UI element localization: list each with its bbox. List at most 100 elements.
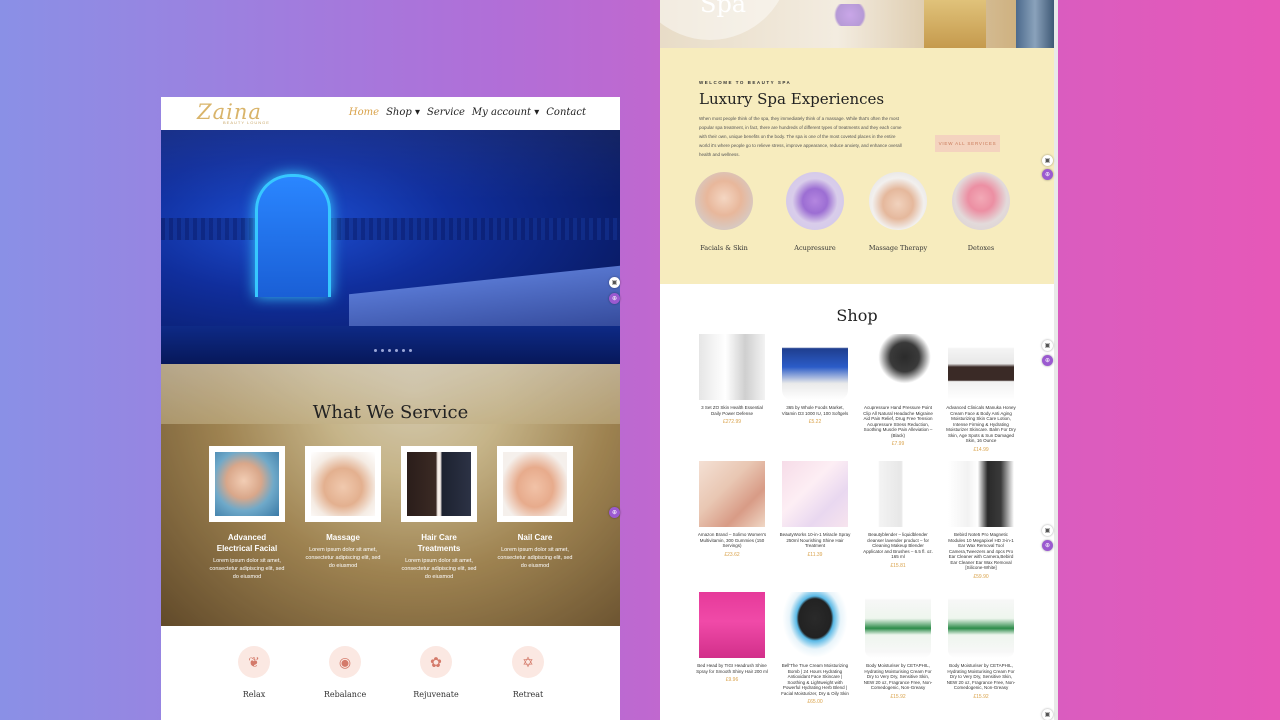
product-name: 3 Set ZO Skin Health Essential Daily Pow…: [701, 405, 763, 416]
product-card[interactable]: Body Moisturiser by CETAPHIL, Hydrating …: [862, 592, 934, 700]
slider-dot[interactable]: [402, 349, 405, 352]
banner-glass: [1016, 0, 1054, 48]
product-card[interactable]: 365 by Whole Foods Market, Vitamin D3 10…: [779, 334, 851, 425]
hair-image: [407, 452, 471, 516]
services-section: What We Service Advanced Electrical Faci…: [161, 364, 620, 626]
nav-my-account[interactable]: My account ▾: [472, 107, 539, 118]
nail-image: [503, 452, 567, 516]
spa-banner: Spa: [660, 0, 1054, 48]
side-widget-icon[interactable]: ▣: [1042, 340, 1053, 351]
side-widget-icon[interactable]: ⊕: [609, 507, 620, 518]
product-card[interactable]: Advanced Clinicals Manuka Honey Cream Fa…: [945, 334, 1017, 453]
shop-title: Shop: [836, 306, 878, 325]
welcome-section: WELCOME TO BEAUTY SPA Luxury Spa Experie…: [660, 48, 1054, 284]
nav-service[interactable]: Service: [427, 107, 465, 118]
banner-flowers: [830, 4, 870, 26]
product-card[interactable]: Bebird Note5 Pro Magnetic Modules 10 Meg…: [945, 461, 1017, 580]
product-price: £272.99: [722, 419, 742, 425]
feature-label: Retreat: [512, 690, 544, 699]
service-image-frame: [209, 446, 285, 522]
nav-home[interactable]: Home: [349, 107, 379, 118]
leaf-icon: ❦: [238, 646, 270, 678]
view-all-services-button[interactable]: VIEW ALL SERVICES: [935, 135, 1000, 152]
slider-dot[interactable]: [381, 349, 384, 352]
right-page-scrollbar[interactable]: [1054, 0, 1058, 720]
treatment-image: [695, 172, 753, 230]
treatment-acupressure[interactable]: Acupressure: [777, 172, 853, 252]
product-name: Bed Head by TIGI Headrush Shine Spray fo…: [696, 663, 768, 674]
product-price: £15.81: [890, 562, 906, 569]
nav-shop[interactable]: Shop ▾: [386, 107, 420, 118]
side-widget-icon[interactable]: ▣: [609, 277, 620, 288]
product-image: [699, 592, 765, 658]
slider-dot[interactable]: [395, 349, 398, 352]
product-image: [948, 334, 1014, 400]
product-price: £15.92: [890, 693, 906, 700]
product-image: [865, 592, 931, 658]
product-card[interactable]: Bed Head by TIGI Headrush Shine Spray fo…: [696, 592, 768, 683]
product-name: Acupressure Hand Pressure Point Clip All…: [863, 405, 933, 438]
product-image: [782, 592, 848, 658]
service-card-hair[interactable]: Hair Care Treatments Lorem ipsum dolor s…: [401, 446, 477, 581]
feature-rebalance: ◉ Rebalance: [315, 646, 375, 699]
slider-dot[interactable]: [374, 349, 377, 352]
side-widget-icon[interactable]: ⊕: [1042, 169, 1053, 180]
product-name: Advanced Clinicals Manuka Honey Cream Fa…: [946, 405, 1016, 443]
welcome-body: When most people think of the spa, they …: [699, 116, 902, 157]
service-image-frame: [497, 446, 573, 522]
product-price: £11.39: [807, 551, 823, 558]
side-widget-icon[interactable]: ▣: [1042, 155, 1053, 166]
feature-retreat: ✡ Retreat: [498, 646, 558, 699]
product-card[interactable]: Bell'The True Cream Moisturizing Bomb | …: [779, 592, 851, 705]
product-image: [865, 334, 931, 400]
service-card-facial[interactable]: Advanced Electrical Facial Lorem ipsum d…: [209, 446, 285, 581]
product-card[interactable]: Acupressure Hand Pressure Point Clip All…: [862, 334, 934, 447]
treatment-detoxes[interactable]: Detoxes: [943, 172, 1019, 252]
product-name: 365 by Whole Foods Market, Vitamin D3 10…: [781, 405, 849, 416]
product-name: Amazon Brand – Solimo Women's Multivitam…: [697, 532, 767, 548]
feature-label: Rejuvenate: [413, 690, 459, 699]
product-card[interactable]: 3 Set ZO Skin Health Essential Daily Pow…: [696, 334, 768, 425]
product-price: £9.96: [725, 677, 739, 683]
nav-contact[interactable]: Contact: [546, 107, 586, 118]
side-widget-icon[interactable]: ▣: [1042, 709, 1053, 720]
product-name: Body Moisturiser by CETAPHIL, Hydrating …: [863, 663, 933, 690]
services-title: What We Service: [312, 402, 469, 423]
product-card[interactable]: BeautyWorks 10-in-1 Miracle Spray 250ml …: [779, 461, 851, 558]
slider-dot[interactable]: [388, 349, 391, 352]
hero-floor: [161, 326, 620, 364]
product-image: [948, 461, 1014, 527]
feature-rejuvenate: ✿ Rejuvenate: [406, 646, 466, 699]
flower-icon: ✿: [420, 646, 452, 678]
product-card[interactable]: Amazon Brand – Solimo Women's Multivitam…: [696, 461, 768, 558]
product-price: £7.99: [891, 441, 905, 447]
product-name: Beautyblender – liquidblender cleanser l…: [863, 532, 933, 559]
side-widget-icon[interactable]: ⊕: [1042, 355, 1053, 366]
treatment-label: Acupressure: [794, 244, 836, 252]
feature-relax: ❦ Relax: [224, 646, 284, 699]
site-header: Zaina BEAUTY LOUNGE Home Shop ▾ Service …: [161, 97, 620, 130]
product-card[interactable]: Body Moisturiser by CETAPHIL, Hydrating …: [945, 592, 1017, 700]
side-widget-icon[interactable]: ⊕: [1042, 540, 1053, 551]
product-image: [782, 334, 848, 400]
service-desc: Lorem ipsum dolor sit amet, consectetur …: [497, 547, 573, 569]
side-widget-icon[interactable]: ▣: [1042, 525, 1053, 536]
slider-dots[interactable]: [374, 349, 412, 352]
service-name: Massage: [326, 533, 360, 542]
treatment-massage-therapy[interactable]: Massage Therapy: [860, 172, 936, 252]
service-image-frame: [401, 446, 477, 522]
slider-dot[interactable]: [409, 349, 412, 352]
hero-shower-arch: [255, 174, 331, 297]
service-card-nail[interactable]: Nail Care Lorem ipsum dolor sit amet, co…: [497, 446, 573, 570]
treatment-label: Detoxes: [967, 244, 995, 252]
product-name: Body Moisturiser by CETAPHIL, Hydrating …: [946, 663, 1016, 690]
service-card-massage[interactable]: Massage Lorem ipsum dolor sit amet, cons…: [305, 446, 381, 570]
product-image: [948, 592, 1014, 658]
hero-slider: [161, 130, 620, 364]
banner-gold-interior: [924, 0, 986, 48]
side-widget-icon[interactable]: ⊕: [609, 293, 620, 304]
treatment-facials[interactable]: Facials & Skin: [686, 172, 762, 252]
product-card[interactable]: Beautyblender – liquidblender cleanser l…: [862, 461, 934, 569]
service-name: Hair Care Treatments: [417, 533, 461, 553]
treatment-image: [869, 172, 927, 230]
